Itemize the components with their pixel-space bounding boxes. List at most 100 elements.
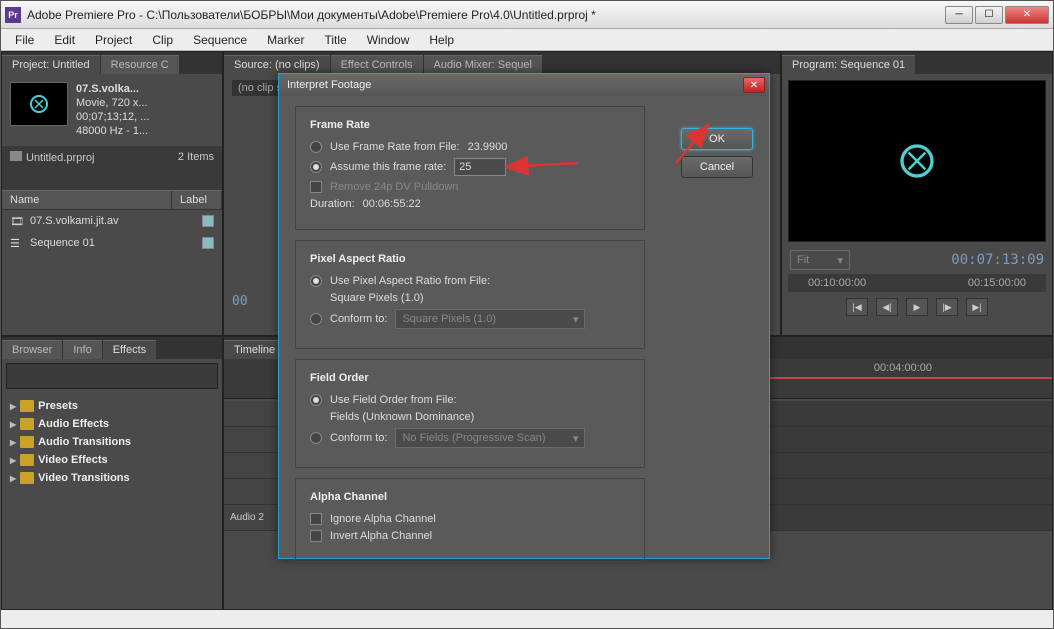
menu-window[interactable]: Window bbox=[359, 31, 418, 49]
fx-presets[interactable]: ▶Presets bbox=[6, 397, 218, 415]
checkbox-invert-alpha[interactable] bbox=[310, 530, 322, 542]
effects-search[interactable] bbox=[6, 363, 218, 389]
menu-help[interactable]: Help bbox=[421, 31, 462, 49]
interpret-footage-dialog: Interpret Footage ✕ OK Cancel Frame Rate… bbox=[278, 73, 770, 559]
radio-par-file[interactable] bbox=[310, 275, 322, 287]
label: Conform to: bbox=[330, 432, 387, 444]
label: Remove 24p DV Pulldown bbox=[330, 181, 458, 193]
menu-sequence[interactable]: Sequence bbox=[185, 31, 255, 49]
program-monitor[interactable] bbox=[788, 80, 1046, 242]
field-order-section: Field Order Use Field Order from File: F… bbox=[295, 359, 645, 468]
menu-project[interactable]: Project bbox=[87, 31, 140, 49]
folder-icon bbox=[20, 418, 34, 430]
label: Invert Alpha Channel bbox=[330, 530, 432, 542]
tab-timeline[interactable]: Timeline bbox=[224, 340, 285, 359]
step-back-button[interactable]: ◀| bbox=[876, 298, 898, 316]
file-rate-value: 23.9900 bbox=[468, 141, 508, 153]
section-legend: Frame Rate bbox=[310, 119, 630, 131]
maximize-button[interactable]: ☐ bbox=[975, 6, 1003, 24]
program-timecode[interactable]: 00:07:13:09 bbox=[951, 252, 1044, 268]
radio-assume-rate[interactable] bbox=[310, 161, 322, 173]
clip-name: 07.S.volka... bbox=[76, 82, 149, 96]
radio-field-file[interactable] bbox=[310, 394, 322, 406]
clip-meta: 48000 Hz - 1... bbox=[76, 124, 149, 138]
unit-label: fps bbox=[514, 161, 529, 173]
checkbox-ignore-alpha[interactable] bbox=[310, 513, 322, 525]
label-swatch[interactable] bbox=[202, 237, 214, 249]
effects-panel: Browser Info Effects ▶Presets ▶Audio Eff… bbox=[1, 336, 223, 610]
app-icon: Pr bbox=[5, 7, 21, 23]
bin-item-name: 07.S.volkami.jit.av bbox=[30, 215, 196, 227]
clip-meta: Movie, 720 x... bbox=[76, 96, 149, 110]
window-title: Adobe Premiere Pro - C:\Пользователи\БОБ… bbox=[27, 8, 945, 22]
menu-marker[interactable]: Marker bbox=[259, 31, 312, 49]
col-label[interactable]: Label bbox=[172, 191, 222, 209]
cancel-button[interactable]: Cancel bbox=[681, 156, 753, 178]
clip-thumbnail bbox=[10, 82, 68, 126]
fx-audio-transitions[interactable]: ▶Audio Transitions bbox=[6, 433, 218, 451]
fx-video-effects[interactable]: ▶Video Effects bbox=[6, 451, 218, 469]
dialog-title: Interpret Footage bbox=[287, 79, 371, 91]
col-name[interactable]: Name bbox=[2, 191, 172, 209]
menubar: File Edit Project Clip Sequence Marker T… bbox=[1, 29, 1053, 51]
fx-audio-effects[interactable]: ▶Audio Effects bbox=[6, 415, 218, 433]
pixel-aspect-section: Pixel Aspect Ratio Use Pixel Aspect Rati… bbox=[295, 240, 645, 349]
tab-info[interactable]: Info bbox=[63, 340, 101, 359]
tab-browser[interactable]: Browser bbox=[2, 340, 62, 359]
field-select[interactable]: No Fields (Progressive Scan)▾ bbox=[395, 428, 585, 448]
source-tc: 00 bbox=[232, 294, 248, 309]
label-swatch[interactable] bbox=[202, 215, 214, 227]
duration-value: 00:06:55:22 bbox=[363, 198, 421, 210]
radio-par-conform[interactable] bbox=[310, 313, 322, 325]
tab-resource[interactable]: Resource C bbox=[101, 55, 179, 74]
folder-icon bbox=[20, 400, 34, 412]
menu-title[interactable]: Title bbox=[316, 31, 354, 49]
menu-file[interactable]: File bbox=[7, 31, 42, 49]
field-value: Fields (Unknown Dominance) bbox=[310, 411, 630, 423]
zoom-select[interactable]: Fit▾ bbox=[790, 250, 850, 270]
ok-button[interactable]: OK bbox=[681, 128, 753, 150]
alpha-section: Alpha Channel Ignore Alpha Channel Inver… bbox=[295, 478, 645, 562]
project-panel: Project: Untitled Resource C 07.S.volka.… bbox=[1, 51, 223, 336]
folder-icon bbox=[20, 454, 34, 466]
section-legend: Field Order bbox=[310, 372, 630, 384]
tab-audio-mixer[interactable]: Audio Mixer: Sequel bbox=[424, 55, 542, 74]
program-ruler[interactable]: 00:10:00:00 00:15:00:00 bbox=[788, 274, 1046, 292]
bin-item-name: Sequence 01 bbox=[30, 237, 196, 249]
tab-source[interactable]: Source: (no clips) bbox=[224, 55, 330, 74]
label: Ignore Alpha Channel bbox=[330, 513, 436, 525]
tab-program[interactable]: Program: Sequence 01 bbox=[782, 55, 915, 74]
clip-icon: 🎞 bbox=[10, 215, 24, 227]
label: Conform to: bbox=[330, 313, 387, 325]
bin-row[interactable]: ☰ Sequence 01 bbox=[2, 232, 222, 254]
label: Assume this frame rate: bbox=[330, 161, 446, 173]
play-button[interactable]: ▶ bbox=[906, 298, 928, 316]
goto-out-button[interactable]: ▶| bbox=[966, 298, 988, 316]
checkbox-remove-pulldown bbox=[310, 181, 322, 193]
tab-effect-controls[interactable]: Effect Controls bbox=[331, 55, 423, 74]
sequence-icon: ☰ bbox=[10, 237, 24, 249]
item-count: 2 Items bbox=[178, 151, 214, 163]
step-fwd-button[interactable]: |▶ bbox=[936, 298, 958, 316]
titlebar: Pr Adobe Premiere Pro - C:\Пользователи\… bbox=[1, 1, 1053, 29]
folder-icon bbox=[20, 436, 34, 448]
label: Use Frame Rate from File: bbox=[330, 141, 460, 153]
frame-rate-input[interactable] bbox=[454, 158, 506, 176]
dialog-close-button[interactable]: ✕ bbox=[743, 77, 765, 93]
minimize-button[interactable]: ─ bbox=[945, 6, 973, 24]
radio-field-conform[interactable] bbox=[310, 432, 322, 444]
menu-clip[interactable]: Clip bbox=[144, 31, 181, 49]
par-select[interactable]: Square Pixels (1.0)▾ bbox=[395, 309, 585, 329]
statusbar bbox=[1, 610, 1053, 628]
tab-effects[interactable]: Effects bbox=[103, 340, 156, 359]
goto-in-button[interactable]: |◀ bbox=[846, 298, 868, 316]
menu-edit[interactable]: Edit bbox=[46, 31, 83, 49]
section-legend: Pixel Aspect Ratio bbox=[310, 253, 630, 265]
fx-video-transitions[interactable]: ▶Video Transitions bbox=[6, 469, 218, 487]
bin-row[interactable]: 🎞 07.S.volkami.jit.av bbox=[2, 210, 222, 232]
close-button[interactable]: ✕ bbox=[1005, 6, 1049, 24]
tab-project[interactable]: Project: Untitled bbox=[2, 55, 100, 74]
radio-file-rate[interactable] bbox=[310, 141, 322, 153]
label: Use Field Order from File: bbox=[330, 394, 457, 406]
bin-icon bbox=[10, 151, 22, 161]
